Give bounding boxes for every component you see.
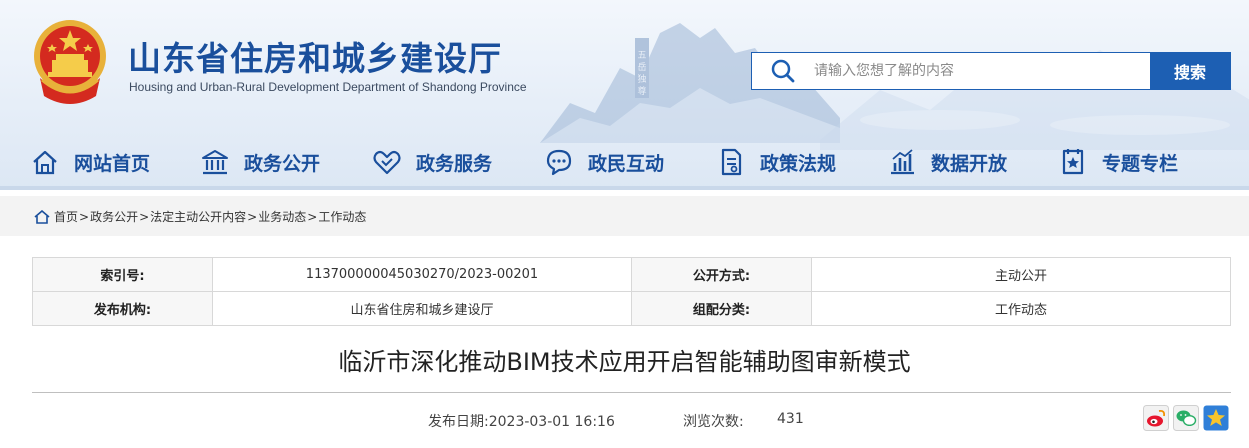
breadcrumb-business-news[interactable]: 业务动态	[258, 208, 306, 225]
table-row: 索引号: 11370000004503027​0/2023-00201 公开方式…	[32, 257, 1231, 292]
nav-item-affairs-open[interactable]: 政务公开	[200, 140, 320, 184]
qzone-icon[interactable]	[1203, 405, 1229, 431]
index-value: 11370000004503027​0/2023-00201	[212, 257, 632, 292]
nav-item-services[interactable]: 政务服务	[372, 140, 492, 184]
svg-text:岳: 岳	[637, 61, 646, 73]
category-label: 组配分类:	[631, 291, 812, 326]
svg-text:独: 独	[637, 73, 646, 85]
main-nav: 网站首页 政务公开 政务服务 政民互动 政策法规 数据开放 专题专栏	[0, 140, 1249, 184]
breadcrumb-separator: >	[79, 209, 90, 224]
views-label: 浏览次数:	[683, 414, 744, 430]
breadcrumb-affairs-open[interactable]: 政务公开	[90, 208, 138, 225]
breadcrumb-home[interactable]: 首页	[54, 208, 78, 225]
nav-label: 政务服务	[416, 152, 493, 175]
article-title: 临沂市深化推动BIM技术应用开启智能辅助图审新模式	[338, 348, 911, 376]
svg-text:尊: 尊	[637, 85, 646, 97]
nav-item-home[interactable]: 网站首页	[30, 140, 150, 184]
breadcrumb-separator: >	[307, 209, 318, 224]
site-title: 山东省住房和城乡建设厅	[128, 39, 502, 78]
chart-icon	[891, 149, 914, 175]
national-emblem-icon	[34, 20, 106, 104]
svg-text:五: 五	[637, 51, 646, 61]
home-icon	[33, 150, 57, 175]
nav-item-data-open[interactable]: 数据开放	[887, 140, 1007, 184]
index-label: 索引号:	[32, 257, 213, 292]
breadcrumb-work-news[interactable]: 工作动态	[318, 208, 366, 225]
breadcrumb-statutory-content[interactable]: 法定主动公开内容	[150, 208, 246, 225]
category-value: 工作动态	[811, 291, 1231, 326]
breadcrumb-separator: >	[247, 209, 258, 224]
nav-label: 专题专栏	[1102, 152, 1179, 175]
publisher-value: 山东省住房和城乡建设厅	[212, 291, 632, 326]
table-row: 发布机构: 山东省住房和城乡建设厅 组配分类: 工作动态	[32, 291, 1231, 326]
nav-item-special[interactable]: 专题专栏	[1058, 140, 1178, 184]
open-mode-label: 公开方式:	[631, 257, 812, 292]
nav-label: 政务公开	[244, 152, 321, 175]
weibo-icon[interactable]	[1143, 405, 1169, 431]
wechat-icon[interactable]	[1173, 405, 1199, 431]
breadcrumb-bar: 首页 > 政务公开 > 法定主动公开内容 > 业务动态 > 工作动态	[0, 196, 1249, 236]
views-count: 431	[777, 411, 804, 427]
document-info-table: 索引号: 11370000004503027​0/2023-00201 公开方式…	[32, 257, 1231, 326]
title-divider	[32, 392, 1231, 393]
nav-item-policy[interactable]: 政策法规	[716, 140, 836, 184]
home-icon	[34, 209, 50, 224]
publisher-label: 发布机构:	[32, 291, 213, 326]
star-folder-icon	[1062, 149, 1084, 175]
site-subtitle: Housing and Urban-Rural Development Depa…	[129, 80, 527, 94]
nav-label: 网站首页	[74, 152, 151, 175]
chat-icon	[546, 149, 572, 176]
document-icon	[721, 148, 742, 176]
search-input[interactable]	[814, 53, 1150, 89]
publish-date: 发布日期:2023-03-01 16:16	[428, 414, 615, 430]
search-icon[interactable]	[752, 53, 814, 89]
breadcrumb: 首页 > 政务公开 > 法定主动公开内容 > 业务动态 > 工作动态	[34, 208, 366, 225]
handshake-icon	[373, 150, 401, 175]
nav-label: 政策法规	[760, 152, 837, 175]
nav-divider	[0, 186, 1249, 190]
search-button[interactable]: 搜索	[1150, 53, 1230, 89]
open-mode-value: 主动公开	[811, 257, 1231, 292]
nav-label: 数据开放	[931, 152, 1008, 175]
nav-item-interaction[interactable]: 政民互动	[544, 140, 664, 184]
breadcrumb-separator: >	[139, 209, 150, 224]
building-icon	[202, 150, 228, 175]
nav-label: 政民互动	[588, 152, 665, 175]
search-box: 搜索	[751, 52, 1231, 90]
